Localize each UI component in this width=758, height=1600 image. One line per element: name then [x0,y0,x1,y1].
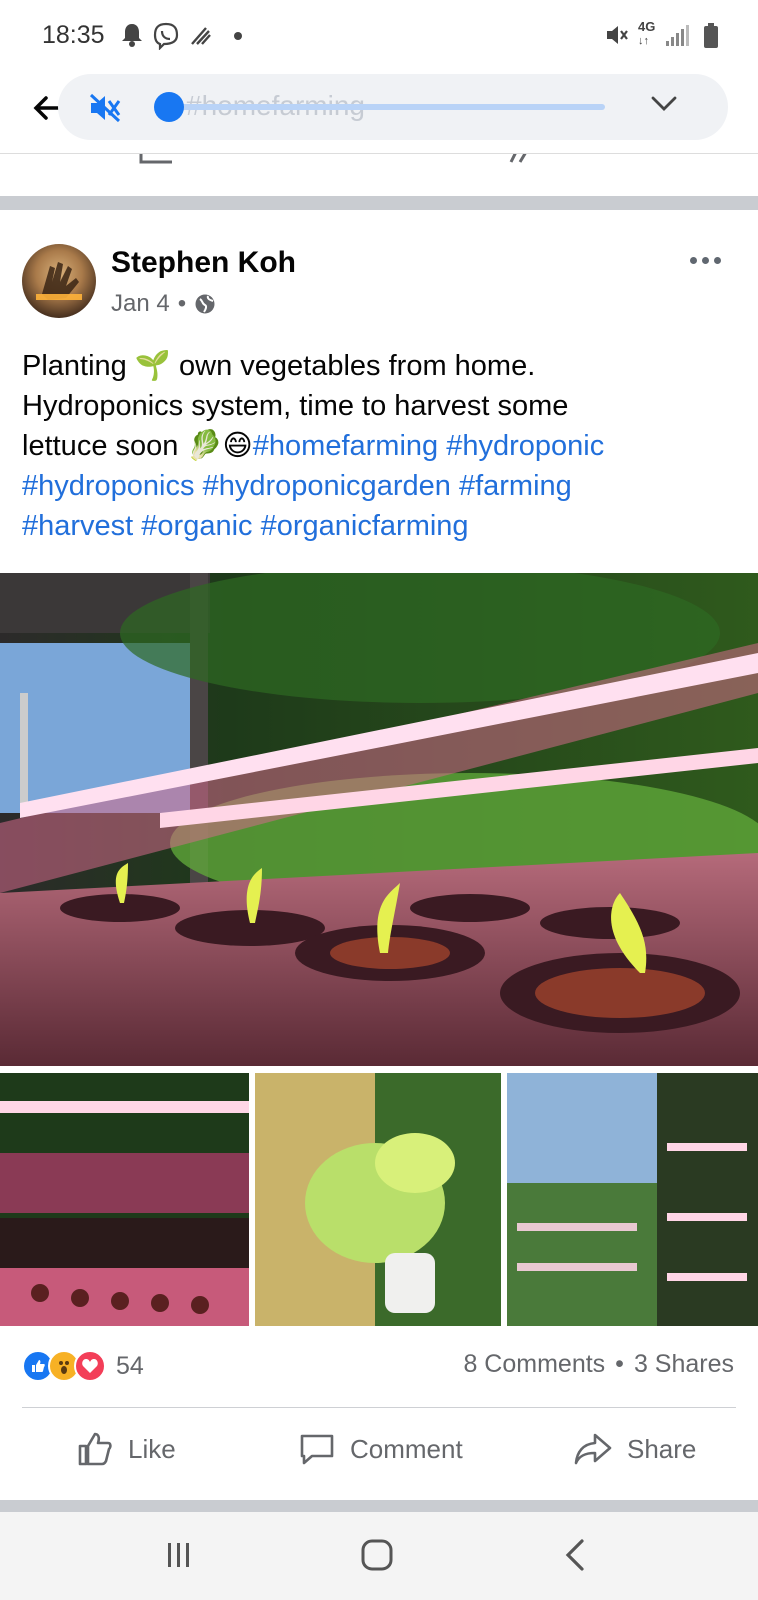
rack-overview-image [0,1073,249,1326]
more-dot-icon [690,256,697,264]
post-text-line: #harvest #organic #organicfarming [22,506,737,546]
chevron-down-icon[interactable] [650,94,678,114]
like-button[interactable]: Like [76,1424,176,1474]
shares-count-link[interactable]: 3 Shares [634,1350,734,1379]
search-header: #homefarming [0,70,758,154]
hashtag-link[interactable]: #hydroponics [22,470,195,502]
share-button[interactable]: Share [573,1424,696,1474]
hashtag-link[interactable]: #hydroponicgarden [203,470,451,502]
post-stats: 8 Comments • 3 Shares [463,1350,734,1379]
like-label: Like [128,1433,176,1464]
signal-wave-icon [191,27,211,45]
stats-separator: • [615,1350,624,1378]
comment-label: Comment [350,1433,463,1464]
mute-icon [607,26,628,44]
post-text-span: Planting 🌱 own vegetables from home. [22,350,536,382]
post-text-span: lettuce soon 🥬😄 [22,430,253,462]
comment-bubble-icon [300,1434,334,1465]
post-text-span [253,510,261,542]
post-text-line: #hydroponics #hydroponicgarden #farming [22,466,737,506]
post-text-span [195,470,203,502]
comment-button[interactable]: Comment [298,1424,463,1474]
like-icon [139,154,172,164]
media-progress-track[interactable] [160,104,605,110]
back-icon[interactable] [560,1538,590,1572]
thumbs-up-icon [78,1432,112,1466]
author-name[interactable]: Stephen Koh [111,246,296,280]
post-photo-main[interactable] [0,573,758,1066]
outdoor-rack-image [507,1073,758,1326]
hashtag-link[interactable]: #homefarming [253,430,438,462]
reaction-count: 54 [116,1351,144,1380]
comments-count-link[interactable]: 8 Comments [463,1350,605,1379]
post-photo-2[interactable] [0,1073,249,1326]
reaction-summary[interactable]: 54 [22,1350,144,1382]
bell-icon [122,24,142,47]
hashtag-link[interactable]: #farming [459,470,572,502]
post-date[interactable]: Jan 4 [111,290,170,318]
post-text-span [451,470,459,502]
post-meta: Jan 4 • [111,290,216,318]
share-icon [509,154,527,163]
post-text-span: Hydroponics system, time to harvest some [22,390,569,422]
battery-icon [704,23,718,48]
post-text-line: Planting 🌱 own vegetables from home. [22,346,737,386]
hydroponic-rack-image [0,573,758,1066]
android-nav-bar [0,1512,758,1600]
hashtag-link[interactable]: #hydroponic [446,430,604,462]
status-bar: 18:35 4G ↓↑ [0,0,758,70]
media-progress-handle[interactable] [153,92,184,122]
post-photo-4[interactable] [507,1073,758,1326]
globe-icon [195,294,215,314]
more-dot-icon [714,256,721,264]
dot-icon [234,32,242,40]
post-photo-3[interactable] [255,1073,501,1326]
recent-apps-icon[interactable] [164,1540,194,1570]
post-text-line: lettuce soon 🥬😄#homefarming #hydroponic [22,426,737,466]
post-body: Planting 🌱 own vegetables from home. Hydr… [22,346,737,546]
actions-divider [22,1407,736,1408]
avatar-hand-image [36,262,82,300]
hashtag-link[interactable]: #organicfarming [261,510,469,542]
previous-post-actions [0,154,758,190]
video-mute-icon[interactable] [88,92,122,124]
home-icon[interactable] [360,1538,394,1572]
meta-separator: • [177,290,187,317]
4g-icon: 4G ↓↑ [638,19,656,47]
lettuce-closeup-image [255,1073,501,1326]
signal-bars-icon [666,25,689,46]
post-text-line: Hydroponics system, time to harvest some [22,386,737,426]
hashtag-link[interactable]: #harvest [22,510,133,542]
more-options-button[interactable] [690,248,730,272]
love-reaction-icon [74,1350,106,1382]
post-divider [0,196,758,210]
share-arrow-icon [574,1433,612,1465]
viber-icon [153,22,179,50]
share-label: Share [627,1433,697,1464]
avatar[interactable] [22,244,96,318]
hashtag-link[interactable]: #organic [141,510,252,542]
more-dot-icon [702,256,709,264]
post-divider-bottom [0,1500,758,1512]
status-time: 18:35 [42,21,105,49]
